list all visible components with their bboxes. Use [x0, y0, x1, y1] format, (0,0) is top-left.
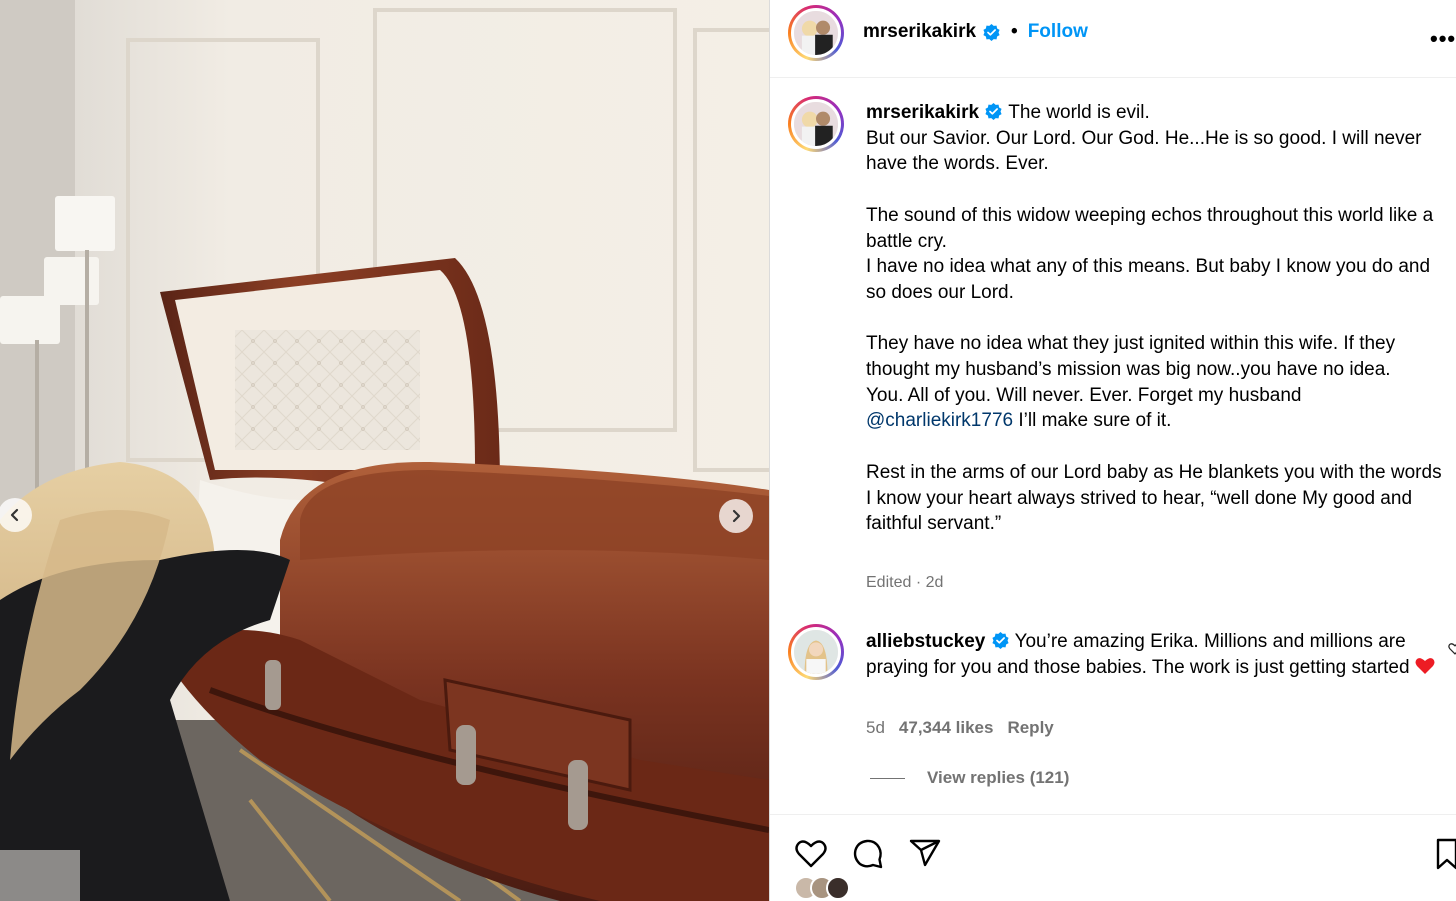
view-replies-button[interactable]: View replies (121) [870, 768, 1069, 788]
comment-meta: 5d 47,344 likes Reply [866, 718, 1054, 738]
comment-icon[interactable] [851, 837, 885, 871]
caption-line: I have no idea what any of this means. B… [866, 256, 1431, 303]
post-panel: mrserikakirk • Follow ••• mrserikakirk T… [769, 0, 1456, 901]
comment-age: 5d [866, 718, 885, 737]
verified-badge-icon [992, 631, 1009, 650]
post-caption: mrserikakirk The world is evil. But our … [866, 100, 1446, 537]
post-header: mrserikakirk • Follow ••• [770, 0, 1456, 78]
reply-button[interactable]: Reply [1007, 718, 1053, 738]
red-heart-emoji-icon [1415, 657, 1435, 674]
liker-avatar [826, 876, 850, 900]
comment-likes[interactable]: 47,344 likes [899, 718, 994, 738]
commenter-username[interactable]: alliebstuckey [866, 631, 985, 652]
mention-link[interactable]: @charliekirk1776 [866, 410, 1013, 431]
post-media[interactable] [0, 0, 769, 901]
commenter-avatar[interactable] [788, 624, 844, 680]
caption-line: They have no idea what they just ignited… [866, 333, 1396, 380]
more-options-icon[interactable]: ••• [1430, 26, 1456, 52]
replies-divider-line [870, 777, 905, 779]
caption-line: Rest in the arms of our Lord baby as He … [866, 461, 1442, 535]
edited-timestamp: Edited · 2d [866, 574, 944, 591]
separator-dot: • [1011, 21, 1018, 42]
caption-avatar[interactable] [788, 96, 844, 152]
share-icon[interactable] [908, 837, 942, 871]
author-username[interactable]: mrserikakirk [863, 21, 976, 43]
verified-badge-icon [983, 23, 1000, 41]
caption-line: You. All of you. Will never. Ever. Forge… [866, 384, 1302, 406]
avatar-photo [794, 630, 838, 674]
verified-badge-icon [985, 102, 1002, 121]
caption-username[interactable]: mrserikakirk [866, 102, 979, 123]
action-bar [770, 814, 1456, 901]
caption-line: But our Savior. Our Lord. Our God. He...… [866, 127, 1422, 175]
chevron-right-icon [732, 509, 741, 523]
caption-line: I’ll make sure of it. [1013, 410, 1172, 432]
follow-button[interactable]: Follow [1028, 21, 1088, 43]
caption-spacer [866, 306, 1446, 332]
avatar-photo [794, 11, 838, 55]
caption-line: The sound of this widow weeping echos th… [866, 204, 1434, 252]
view-replies-label: View replies (121) [927, 768, 1070, 787]
caption-line: The world is evil. [1008, 102, 1150, 123]
next-photo-button[interactable] [719, 499, 753, 533]
comment-like-heart-icon[interactable] [1448, 642, 1456, 656]
bookmark-icon[interactable] [1430, 837, 1456, 871]
post-photo [0, 0, 769, 901]
caption-spacer [866, 434, 1446, 460]
comment-body: alliebstuckey You’re amazing Erika. Mill… [866, 629, 1441, 680]
caption-spacer [866, 177, 1446, 203]
avatar-photo [794, 102, 838, 146]
heart-icon[interactable] [794, 837, 828, 871]
header-user-row: mrserikakirk • Follow [863, 21, 1088, 43]
author-avatar[interactable] [788, 5, 844, 61]
chevron-left-icon [10, 508, 19, 522]
